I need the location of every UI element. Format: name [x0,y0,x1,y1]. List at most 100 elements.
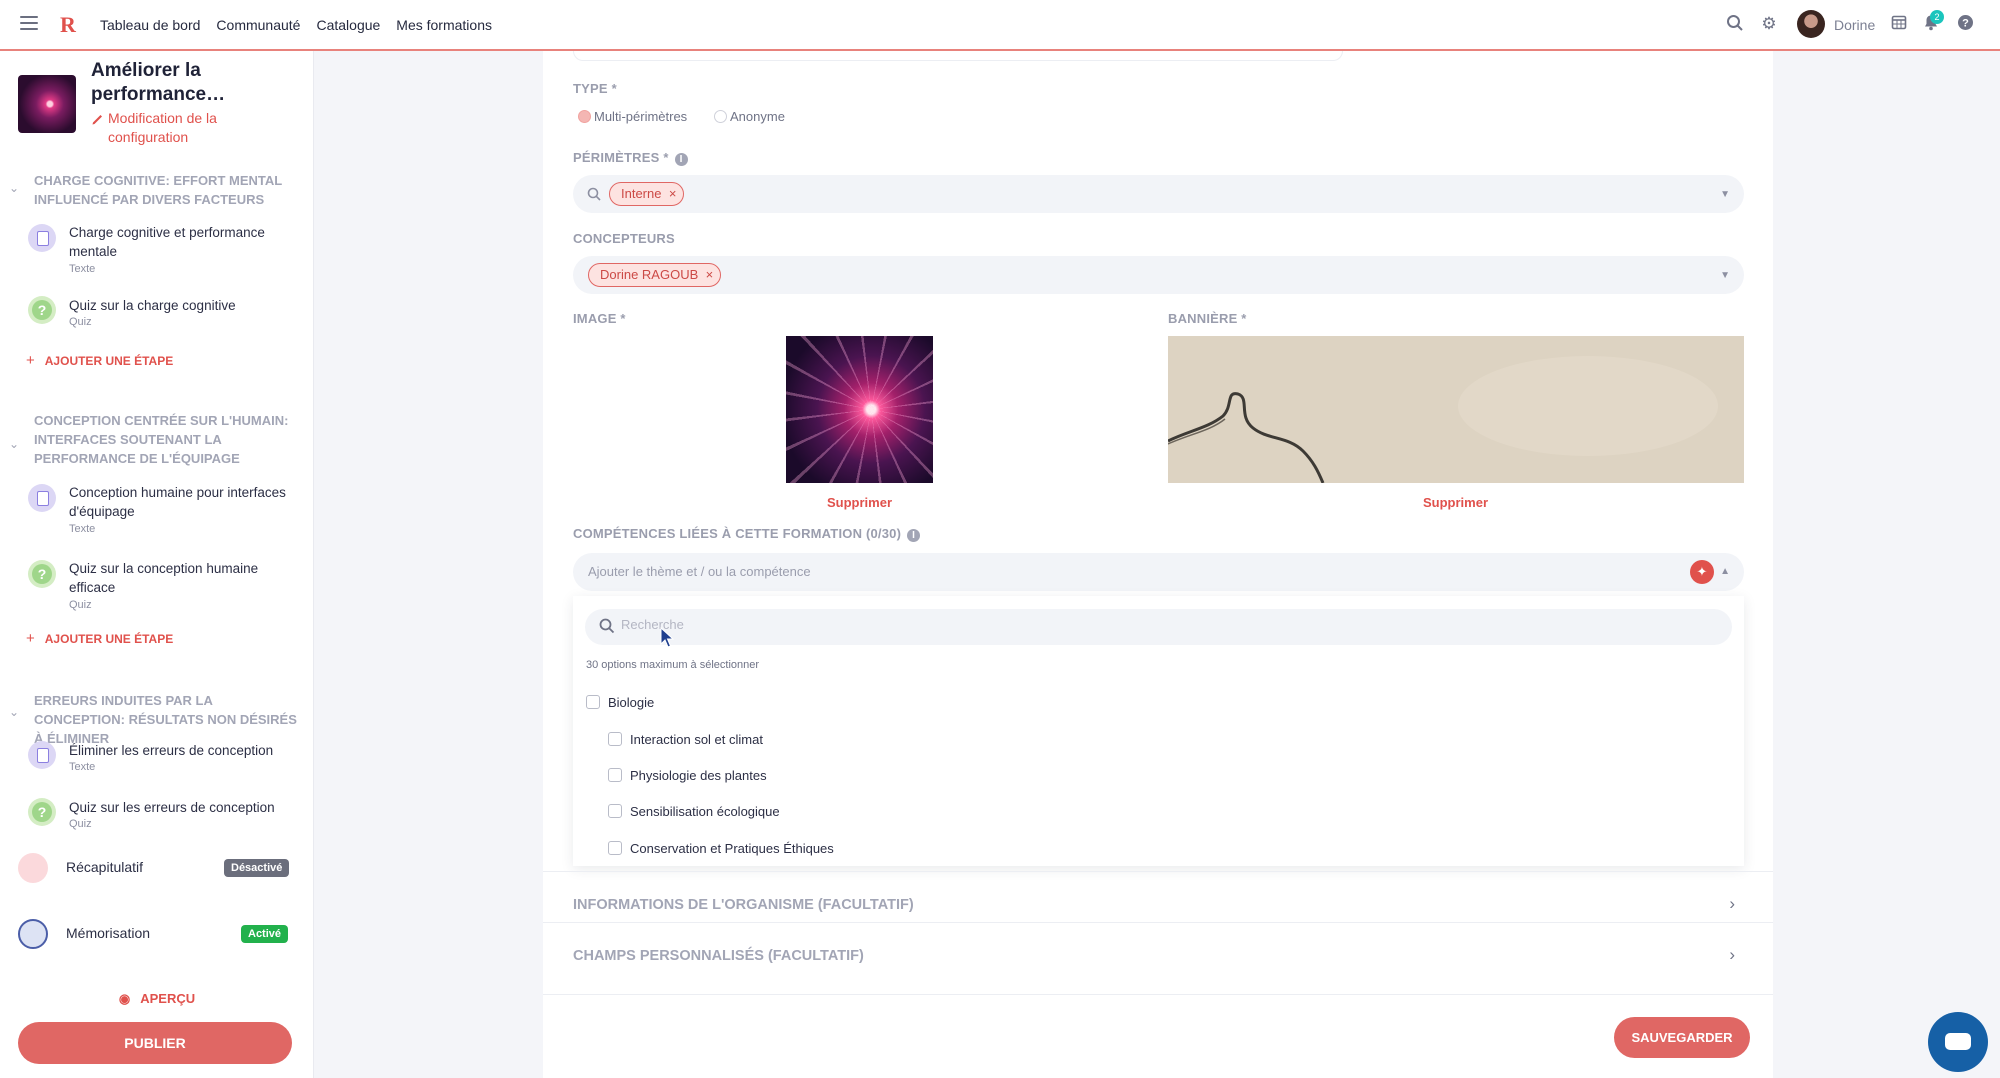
memorisation-label: Mémorisation [66,925,151,941]
option-child[interactable]: Conservation et Pratiques Éthiques [608,841,834,856]
publish-button[interactable]: PUBLIER [18,1022,292,1064]
eye-icon: ◉ [118,991,131,1006]
option-child[interactable]: Interaction sol et climat [608,732,763,747]
step-title[interactable]: Charge cognitive et performance mentale [69,223,289,261]
image-label: IMAGE * [573,311,626,326]
radio-multi-perimetres[interactable]: Multi-périmètres [578,109,687,124]
option-parent[interactable]: Biologie [586,695,654,710]
step-type: Texte [69,761,96,773]
nav-my-trainings[interactable]: Mes formations [396,17,492,33]
delete-banner-button[interactable]: Supprimer [1423,495,1488,510]
top-navigation-bar: R Tableau de bord Communauté Catalogue M… [0,0,2000,51]
recap-label: Récapitulatif [66,859,144,875]
section-champs-personnalises[interactable]: CHAMPS PERSONNALISÉS (FACULTATIF) › [543,922,1773,994]
competences-dropdown: 30 options maximum à sélectionner Biolog… [573,596,1744,866]
chat-button[interactable] [1928,1012,1988,1072]
perimetres-select[interactable]: Interne × ▼ [573,175,1744,213]
concepteur-chip[interactable]: Dorine RAGOUB × [588,263,722,287]
user-name[interactable]: Dorine [1834,17,1875,33]
checkbox[interactable] [608,841,622,855]
chevron-right-icon[interactable]: › [1729,894,1735,914]
save-button[interactable]: SAUVEGARDER [1614,1017,1750,1058]
text-step-icon [28,484,56,512]
dropdown-search[interactable] [585,609,1732,645]
main-nav: Tableau de bord Communauté Catalogue Mes… [100,0,492,49]
status-badge[interactable]: Activé [241,925,289,943]
max-options-note: 30 options maximum à sélectionner [586,659,760,671]
nav-community[interactable]: Communauté [216,17,300,33]
svg-text:?: ? [1962,18,1969,30]
chevron-down-icon[interactable]: ⌄ [9,437,21,451]
course-config-form: TYPE * Multi-périmètres Anonyme PÉRIMÈTR… [543,51,1773,1078]
gear-icon[interactable]: ⚙ [1759,14,1779,34]
delete-image-button[interactable]: Supprimer [827,495,892,510]
edit-configuration-link[interactable]: Modification de la configuration [91,109,291,147]
step-type: Texte [69,263,96,275]
info-icon[interactable]: i [907,529,921,542]
option-child[interactable]: Physiologie des plantes [608,768,767,783]
section-title[interactable]: CONCEPTION CENTRÉE SUR L'HUMAIN: INTERFA… [34,411,299,468]
section-title: INFORMATIONS DE L'ORGANISME (FACULTATIF) [573,897,914,913]
chevron-right-icon[interactable]: › [1729,945,1735,965]
menu-icon[interactable] [20,16,38,32]
checkbox[interactable] [608,732,622,746]
remove-chip-icon[interactable]: × [706,264,714,286]
ai-suggest-icon[interactable]: ✦ [1690,560,1714,584]
competences-select[interactable]: Ajouter le thème et / ou la compétence ✦… [573,553,1744,591]
add-step-button[interactable]: + AJOUTER UNE ÉTAPE [26,630,173,647]
banner-label: BANNIÈRE * [1168,311,1247,326]
app-logo[interactable]: R [60,12,76,38]
pencil-icon [92,115,102,125]
user-avatar[interactable] [1797,10,1825,38]
step-title[interactable]: Quiz sur les erreurs de conception [69,798,289,817]
help-icon[interactable]: ? [1955,14,1975,34]
competences-label: COMPÉTENCES LIÉES À CETTE FORMATION (0/3… [573,526,921,542]
search-icon[interactable] [1725,14,1745,34]
step-type: Quiz [69,316,92,328]
option-child[interactable]: Sensibilisation écologique [608,804,780,819]
info-icon[interactable]: i [674,153,688,166]
notification-count-badge: 2 [1930,10,1944,24]
nav-catalog[interactable]: Catalogue [316,17,380,33]
memorisation-option[interactable]: Mémorisation Activé [0,913,314,953]
step-title[interactable]: Éliminer les erreurs de conception [69,741,289,760]
nav-dashboard[interactable]: Tableau de bord [100,17,200,33]
recap-icon [18,853,48,883]
radio-anonyme[interactable]: Anonyme [714,109,785,124]
chevron-down-icon[interactable]: ▼ [1720,270,1730,281]
concepteurs-select[interactable]: Dorine RAGOUB × ▼ [573,256,1744,294]
chevron-down-icon[interactable]: ⌄ [9,705,21,719]
text-step-icon [28,224,56,252]
remove-chip-icon[interactable]: × [669,183,677,205]
chevron-up-icon[interactable]: ▲ [1720,566,1730,577]
checkbox[interactable] [608,804,622,818]
course-image[interactable] [786,336,933,483]
step-type: Quiz [69,818,92,830]
checkbox[interactable] [608,768,622,782]
status-badge[interactable]: Désactivé [224,859,290,877]
quiz-step-icon: ? [28,798,56,826]
divider [543,994,1773,995]
memorisation-icon [18,919,48,949]
course-sidebar: Améliorer la performance… Modification d… [0,51,314,1078]
chevron-down-icon[interactable]: ⌄ [9,181,21,195]
text-step-icon [28,741,56,769]
course-banner[interactable] [1168,336,1744,483]
step-title[interactable]: Conception humaine pour interfaces d'équ… [69,483,289,521]
search-icon [587,187,601,201]
calendar-icon[interactable] [1889,14,1909,34]
perimetre-chip[interactable]: Interne × [609,182,685,206]
section-title[interactable]: CHARGE COGNITIVE: EFFORT MENTAL INFLUENC… [34,171,299,209]
perimetres-label: PÉRIMÈTRES * i [573,150,688,166]
recap-option[interactable]: Récapitulatif Désactivé [0,847,314,887]
radio-icon [714,110,727,123]
section-title[interactable]: ERREURS INDUITES PAR LA CONCEPTION: RÉSU… [34,691,299,748]
dropdown-search-input[interactable] [621,617,1221,632]
preview-link[interactable]: ◉ APERÇU [0,991,314,1007]
checkbox[interactable] [586,695,600,709]
add-step-button[interactable]: + AJOUTER UNE ÉTAPE [26,352,173,369]
step-title[interactable]: Quiz sur la conception humaine efficace [69,559,289,597]
search-icon [599,618,615,634]
step-title[interactable]: Quiz sur la charge cognitive [69,296,289,315]
chevron-down-icon[interactable]: ▼ [1720,189,1730,200]
